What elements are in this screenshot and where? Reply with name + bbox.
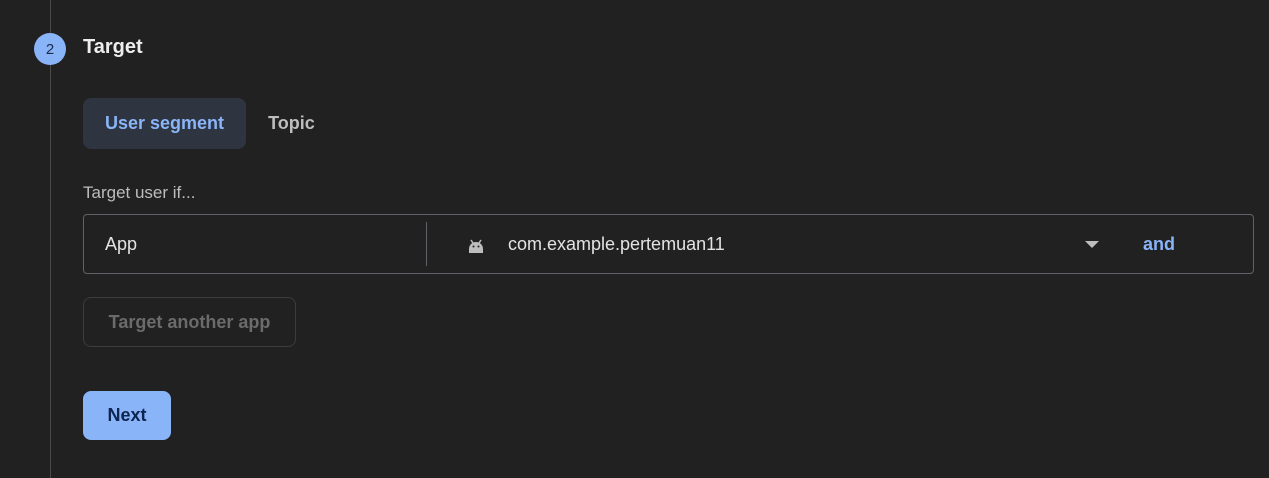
stepper-line xyxy=(50,0,51,478)
tab-topic[interactable]: Topic xyxy=(246,98,337,149)
chevron-down-icon[interactable] xyxy=(1085,241,1099,248)
and-condition-button[interactable]: and xyxy=(1143,234,1175,255)
step-number-badge: 2 xyxy=(34,33,66,65)
tab-user-segment[interactable]: User segment xyxy=(83,98,247,149)
target-tabs: User segment Topic xyxy=(83,98,337,149)
step-title: Target xyxy=(83,36,143,58)
app-package-name: com.example.pertemuan11 xyxy=(508,233,725,254)
next-button[interactable]: Next xyxy=(83,391,171,440)
targeting-condition-row: App com.example.pertemuan11 and xyxy=(83,214,1254,274)
campaign-step-target: 2 Target User segment Topic Target user … xyxy=(0,0,1269,478)
android-icon xyxy=(466,235,486,253)
target-user-label: Target user if... xyxy=(83,183,196,202)
target-another-app-button[interactable]: Target another app xyxy=(83,297,296,347)
condition-field-select[interactable]: App xyxy=(84,222,427,266)
app-package-select[interactable]: com.example.pertemuan11 and xyxy=(427,215,1253,273)
